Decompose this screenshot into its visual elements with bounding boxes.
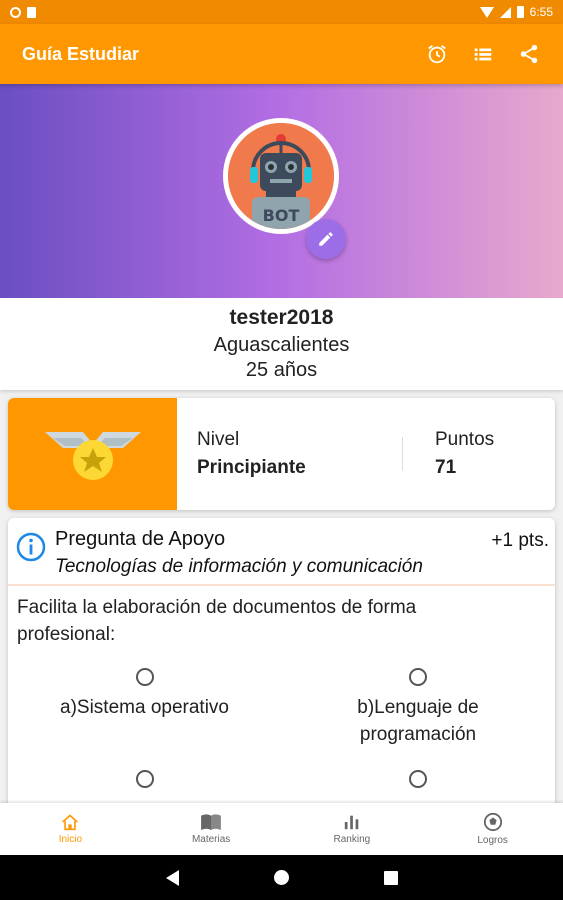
puntos-value: 71 (435, 457, 457, 478)
puntos-stat: Puntos 71 (415, 429, 494, 479)
info-icon (16, 532, 46, 562)
status-bar-right: 6:55 (479, 5, 553, 19)
option-d[interactable] (308, 770, 528, 796)
question-text: Facilita la elaboración de documentos de… (17, 597, 417, 645)
app-title: Guía Estudiar (22, 43, 140, 64)
nav-label-materias: Materias (191, 834, 231, 845)
list-icon[interactable] (471, 42, 495, 66)
profile-hero: BOT (0, 84, 563, 298)
option-d-radio[interactable] (409, 770, 427, 788)
option-b-label: b)Lenguaje de programación (357, 697, 479, 745)
back-icon[interactable] (165, 869, 179, 886)
status-time: 6:55 (529, 5, 553, 19)
nav-item-inicio[interactable]: Inicio (0, 803, 141, 855)
avatar: BOT (223, 118, 339, 234)
share-icon[interactable] (517, 42, 541, 66)
option-b-radio[interactable] (409, 668, 427, 686)
puntos-label: Puntos (435, 429, 495, 450)
question-header: Pregunta de Apoyo +1 pts. Tecnologías de… (8, 518, 555, 586)
notification-icon (10, 6, 21, 18)
profile-info: tester2018 Aguascalientes 25 años (0, 298, 563, 390)
nivel-label: Nivel (197, 429, 240, 450)
bar-chart-icon (344, 815, 359, 830)
level-card: Nivel Principiante Puntos 71 (8, 398, 555, 510)
nav-item-materias[interactable]: Materias (141, 803, 282, 855)
signal-icon (499, 6, 511, 18)
level-stats: Nivel Principiante Puntos 71 (177, 398, 555, 510)
app-bar: Guía Estudiar (0, 24, 563, 84)
soccer-ball-icon (483, 812, 502, 832)
nav-item-ranking[interactable]: Ranking (282, 803, 423, 855)
avatar-text: BOT (263, 206, 300, 225)
nav-item-logros[interactable]: Logros (422, 803, 563, 855)
home-icon (62, 814, 79, 831)
nav-label-logros: Logros (477, 835, 508, 846)
robot-avatar-icon: BOT (228, 123, 334, 229)
medal-icon (44, 432, 141, 480)
question-points: +1 pts. (491, 530, 549, 551)
option-b[interactable]: b)Lenguaje de programación (308, 668, 528, 748)
alarm-icon[interactable] (425, 42, 449, 66)
nav-label-inicio: Inicio (58, 834, 83, 845)
question-title: Pregunta de Apoyo (55, 528, 226, 550)
sd-card-icon (27, 6, 36, 18)
user-age: 25 años (245, 359, 318, 381)
question-subject: Tecnologías de información y comunicació… (55, 556, 423, 577)
stat-divider (402, 437, 403, 471)
app-bar-actions (425, 42, 541, 66)
status-bar-left (10, 6, 36, 18)
status-bar: 6:55 (0, 0, 563, 24)
option-a-radio[interactable] (135, 668, 154, 686)
wifi-icon (479, 6, 494, 18)
question-card: Pregunta de Apoyo +1 pts. Tecnologías de… (8, 518, 555, 818)
bottom-nav: Inicio Materias Ranking Logros (0, 803, 563, 855)
book-icon (201, 814, 222, 831)
edit-profile-button[interactable] (306, 219, 346, 259)
username: tester2018 (229, 306, 334, 329)
nivel-stat: Nivel Principiante (177, 429, 402, 479)
option-c[interactable] (38, 770, 251, 796)
option-a-label: a)Sistema operativo (60, 697, 229, 718)
nivel-value: Principiante (197, 457, 306, 478)
pencil-icon (319, 232, 333, 246)
level-badge (8, 398, 177, 510)
option-c-radio[interactable] (135, 770, 154, 788)
nav-label-ranking: Ranking (333, 834, 371, 845)
battery-icon (516, 6, 524, 18)
option-a[interactable]: a)Sistema operativo (38, 668, 251, 721)
recent-apps-icon[interactable] (383, 870, 398, 885)
system-nav-bar (0, 855, 563, 900)
home-button-icon[interactable] (273, 870, 289, 885)
user-city: Aguascalientes (213, 334, 350, 356)
app-screen: 6:55 Guía Estudiar BOT tester2018 Aguasc… (0, 0, 563, 900)
